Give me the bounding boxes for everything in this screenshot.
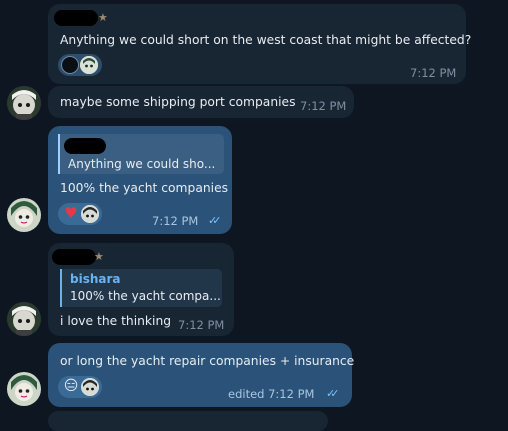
message-bubble[interactable] bbox=[48, 411, 328, 431]
redacted-sender-name bbox=[54, 10, 98, 26]
message-time: 7:12 PM bbox=[178, 318, 225, 332]
message-text: 100% the yacht companies bbox=[60, 181, 229, 195]
reply-quote[interactable]: bishara 100% the yacht compa... bbox=[60, 269, 222, 307]
star-icon: ★ bbox=[94, 250, 104, 263]
reactor-avatar-icon bbox=[80, 56, 98, 74]
message-time: edited 7:12 PM bbox=[228, 387, 315, 401]
quote-text: 100% the yacht compa... bbox=[70, 289, 221, 303]
heart-icon: ♥ bbox=[64, 204, 78, 222]
message-bubble[interactable]: Anything we could sho... 100% the yacht … bbox=[48, 126, 232, 234]
avatar-icon[interactable] bbox=[7, 302, 41, 336]
avatar-icon[interactable] bbox=[7, 86, 41, 120]
message-bubble[interactable]: maybe some shipping port companies 7:12 … bbox=[48, 86, 354, 118]
quote-text: Anything we could sho... bbox=[68, 157, 216, 171]
message-text: or long the yacht repair companies + ins… bbox=[60, 354, 355, 368]
message-time: 7:12 PM bbox=[152, 214, 199, 228]
message-time: 7:12 PM bbox=[300, 99, 347, 113]
message-text: maybe some shipping port companies bbox=[60, 95, 296, 109]
redacted-sender-name bbox=[64, 138, 106, 154]
message-time: 7:12 PM bbox=[410, 66, 457, 80]
expressionless-face-icon: 😑 bbox=[63, 378, 79, 394]
double-check-icon: ✓✓ bbox=[208, 214, 222, 227]
redacted-sender-name bbox=[52, 249, 96, 265]
message-bubble[interactable]: ★ bishara 100% the yacht compa... i love… bbox=[48, 243, 234, 336]
avatar-icon[interactable] bbox=[7, 372, 41, 406]
message-bubble[interactable]: or long the yacht repair companies + ins… bbox=[48, 343, 355, 407]
star-icon: ★ bbox=[98, 11, 108, 24]
reactor-avatar-icon bbox=[81, 205, 99, 223]
double-check-icon: ✓✓ bbox=[326, 387, 340, 400]
reactor-avatar-icon bbox=[61, 56, 79, 74]
avatar-icon[interactable] bbox=[7, 198, 41, 232]
reply-quote[interactable]: Anything we could sho... bbox=[58, 134, 224, 174]
message-text: Anything we could short on the west coas… bbox=[60, 33, 472, 47]
reactor-avatar-icon bbox=[81, 378, 99, 396]
message-bubble[interactable]: ★ Anything we could short on the west co… bbox=[48, 4, 471, 84]
quote-sender-name: bishara bbox=[70, 272, 121, 286]
reaction-chip[interactable] bbox=[58, 54, 102, 76]
reaction-chip[interactable]: ♥ bbox=[58, 203, 102, 225]
message-text: i love the thinking bbox=[60, 314, 172, 328]
reaction-chip[interactable]: 😑 bbox=[58, 376, 102, 398]
